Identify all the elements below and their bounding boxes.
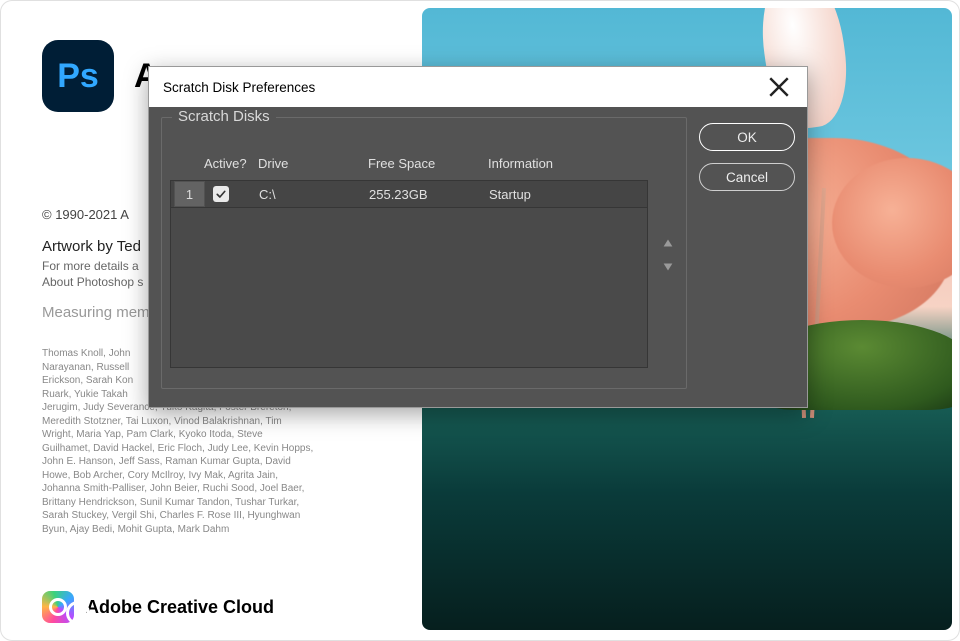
creative-cloud-label: Adobe Creative Cloud — [86, 597, 274, 618]
fieldset-legend: Scratch Disks — [172, 108, 276, 125]
creative-cloud-icon — [42, 591, 74, 623]
row-index: 1 — [174, 181, 205, 207]
cancel-button-label: Cancel — [726, 170, 768, 185]
triangle-up-icon — [661, 236, 675, 250]
active-checkbox[interactable] — [213, 186, 229, 202]
col-free: Free Space — [368, 156, 488, 171]
row-info: Startup — [489, 187, 647, 202]
move-down-button[interactable] — [661, 260, 675, 274]
check-icon — [215, 188, 227, 200]
scratch-disks-fieldset: Scratch Disks Active? Drive Free Space I… — [161, 117, 687, 389]
col-drive: Drive — [258, 156, 368, 171]
table-empty-area — [170, 208, 648, 368]
triangle-down-icon — [661, 260, 675, 274]
move-up-button[interactable] — [661, 236, 675, 250]
close-icon — [765, 73, 793, 101]
creative-cloud-row: Adobe Creative Cloud — [42, 591, 274, 623]
table-header-row: Active? Drive Free Space Information — [170, 146, 648, 180]
table-row[interactable]: 1 C:\ 255.23GB Startup — [170, 180, 648, 208]
col-info: Information — [488, 156, 648, 171]
close-button[interactable] — [765, 73, 793, 101]
row-drive: C:\ — [259, 187, 369, 202]
row-free: 255.23GB — [369, 187, 489, 202]
scratch-disk-preferences-dialog: Scratch Disk Preferences Scratch Disks A… — [148, 66, 808, 408]
ok-button-label: OK — [737, 130, 757, 145]
photoshop-app-icon-label: Ps — [57, 57, 99, 96]
ok-button[interactable]: OK — [699, 123, 795, 151]
scratch-disk-table: Active? Drive Free Space Information 1 C… — [170, 146, 648, 368]
dialog-title: Scratch Disk Preferences — [163, 80, 315, 95]
dialog-titlebar[interactable]: Scratch Disk Preferences — [149, 67, 807, 107]
photoshop-app-icon: Ps — [42, 40, 114, 112]
col-active: Active? — [204, 156, 258, 171]
cancel-button[interactable]: Cancel — [699, 163, 795, 191]
